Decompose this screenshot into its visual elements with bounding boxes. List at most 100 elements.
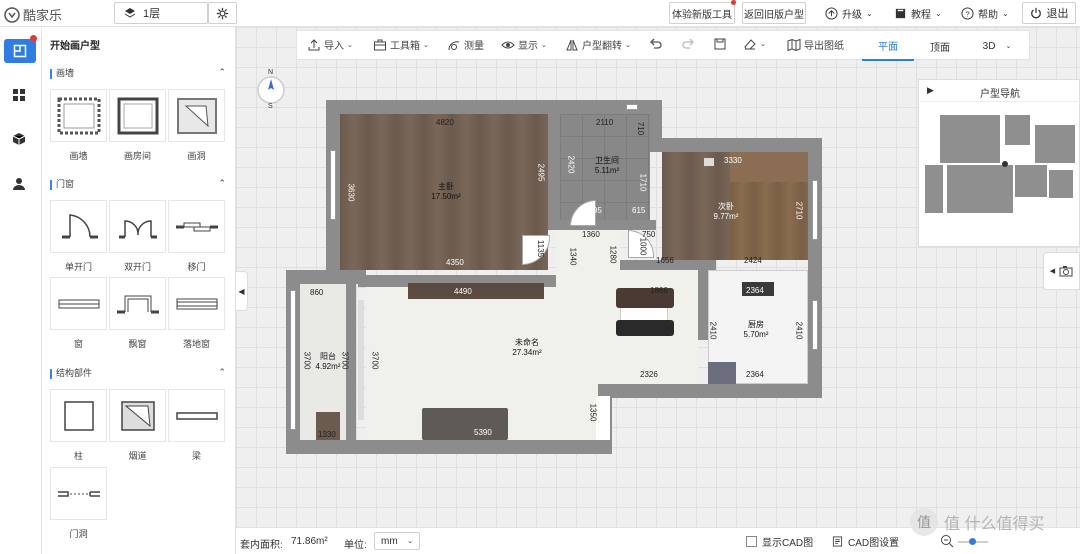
floorplan-navigator[interactable]: ▶ 户型导航 — [918, 79, 1080, 247]
tool-flue-label: 烟道 — [128, 451, 147, 461]
app-logo[interactable]: 酷家乐 — [4, 5, 62, 24]
dimension-label: 2364 — [746, 286, 764, 295]
watermark: 值 值 什么值得买 — [910, 508, 1044, 536]
tool-double-door[interactable] — [109, 200, 166, 253]
floorplan-icon — [13, 44, 27, 58]
tool-bay-window-label: 飘窗 — [128, 339, 147, 349]
tool-floor-window[interactable] — [168, 277, 225, 330]
tool-single-door[interactable] — [50, 200, 107, 253]
cad-settings-button[interactable]: CAD图设置 — [832, 534, 899, 549]
tab-plan[interactable]: 平面 — [862, 31, 914, 61]
window-master-bedroom[interactable] — [330, 150, 336, 220]
return-old-version-button[interactable]: 返回旧版户型 — [742, 2, 806, 24]
tool-draw-hole[interactable] — [168, 89, 225, 142]
tutorial-menu[interactable]: 教程 ⌄ — [894, 6, 942, 21]
wall-segment[interactable] — [648, 138, 822, 152]
upgrade-menu[interactable]: 升级 ⌄ — [825, 6, 873, 21]
wall-segment[interactable] — [548, 220, 656, 230]
door-opening-icon — [57, 490, 100, 497]
undo-button[interactable] — [649, 37, 663, 51]
toolbar-toolbox[interactable]: 工具箱 ⌄ — [373, 37, 429, 52]
window-kitchen[interactable] — [812, 300, 818, 350]
window-balcony[interactable] — [290, 290, 296, 430]
dimension-label: 1000 — [638, 237, 648, 256]
zoom-out-icon[interactable] — [940, 534, 954, 548]
section-structure-header[interactable]: 结构部件 ⌃ — [42, 366, 236, 379]
tool-column[interactable] — [50, 389, 107, 442]
section-doors-title-wrap: 门窗 — [50, 177, 74, 190]
floor-settings-button[interactable] — [208, 2, 237, 24]
try-new-tool-button[interactable]: 体验新版工具 — [669, 2, 735, 24]
fridge[interactable] — [708, 362, 736, 384]
tool-window[interactable] — [50, 277, 107, 330]
exit-button[interactable]: 退出 — [1022, 2, 1076, 24]
save-button[interactable] — [713, 37, 727, 51]
section-walls-header[interactable]: 画墙 ⌃ — [42, 66, 236, 79]
window-second-bedroom[interactable] — [812, 180, 818, 240]
tool-flue[interactable] — [109, 389, 166, 442]
toolbar-measure-label: 测量 — [464, 41, 484, 52]
dimension-label: 2420 — [566, 155, 576, 174]
toolbar-measure[interactable]: 测量 — [447, 37, 484, 52]
dimension-label: 5390 — [474, 428, 492, 437]
toolbar-import[interactable]: 导入 ⌄ — [307, 37, 353, 52]
zoom-slider-thumb[interactable] — [969, 538, 976, 545]
notification-dot — [30, 35, 37, 42]
help-label: 帮助 — [978, 10, 998, 21]
show-cad-toggle[interactable]: 显示CAD图 — [746, 534, 813, 549]
floor-plan[interactable]: 主卧 17.50m² 卫生间 5.11m² 次卧 9.77m² 未命名 27.34m² … — [286, 100, 826, 455]
toolbar-flip[interactable]: 户型翻转 ⌄ — [565, 37, 631, 52]
eraser-button[interactable]: ⌄ — [743, 37, 766, 51]
floor-selector[interactable]: 1层 — [114, 2, 208, 24]
window-bathroom[interactable] — [626, 104, 638, 110]
wall-segment[interactable] — [286, 440, 612, 454]
wall-segment[interactable] — [286, 270, 352, 284]
unit-select[interactable]: mm ⌄ — [374, 532, 420, 550]
tab-ceiling[interactable]: 顶面 — [915, 31, 965, 61]
measure-icon — [448, 40, 460, 50]
dimension-label: 3700 — [340, 351, 350, 370]
single-door-icon — [61, 213, 98, 238]
tool-beam[interactable] — [168, 389, 225, 442]
rail-catalog-button[interactable] — [12, 88, 26, 105]
rail-floorplan-button[interactable] — [4, 39, 36, 63]
help-menu[interactable]: ? 帮助 ⌄ — [961, 6, 1009, 21]
checkbox[interactable] — [746, 536, 757, 547]
dimension-label: 1280 — [608, 245, 618, 264]
chevron-down-icon: ⌄ — [625, 41, 631, 49]
navigator-minimap[interactable] — [925, 110, 1075, 220]
wall-segment[interactable] — [548, 100, 560, 225]
screenshot-button[interactable]: ◀ — [1043, 252, 1080, 290]
dimension-label: 2326 — [640, 370, 658, 379]
wall-segment[interactable] — [548, 100, 660, 114]
room-name: 未命名 — [515, 338, 539, 347]
rail-model-button[interactable] — [12, 132, 26, 149]
tool-sliding-door-label: 移门 — [187, 262, 206, 272]
tool-draw-wall[interactable] — [50, 89, 107, 142]
tool-draw-room[interactable] — [109, 89, 166, 142]
section-doors-windows-header[interactable]: 门窗 ⌃ — [42, 177, 236, 190]
balcony-sliding-door[interactable] — [358, 300, 364, 420]
redo-button[interactable] — [681, 37, 695, 51]
tool-bay-window[interactable] — [109, 277, 166, 330]
main-toolbar: 导入 ⌄ 工具箱 ⌄ 测量 显示 ⌄ 户型翻转 ⌄ ⌄ 导出图纸 平面 顶面 3… — [296, 30, 1030, 61]
wall-segment[interactable] — [698, 270, 708, 340]
entrance-door[interactable] — [596, 396, 610, 440]
tool-door-opening[interactable] — [50, 467, 107, 520]
tv-cabinet[interactable] — [408, 283, 544, 299]
rail-user-button[interactable] — [12, 177, 26, 194]
chevron-up-icon: ⌃ — [218, 178, 226, 188]
show-cad-label: 显示CAD图 — [762, 538, 814, 549]
toolbar-display[interactable]: 显示 ⌄ — [501, 37, 547, 52]
compass[interactable]: N S — [251, 69, 291, 112]
tool-sliding-door[interactable] — [168, 200, 225, 253]
wall-segment[interactable] — [598, 384, 822, 398]
toolbar-export[interactable]: 导出图纸 — [787, 37, 844, 52]
sofa[interactable] — [422, 408, 508, 440]
tab-plan-label: 平面 — [878, 41, 898, 53]
chevron-up-icon: ⌃ — [218, 367, 226, 377]
wall-segment[interactable] — [808, 138, 822, 396]
collapse-panel-button[interactable]: ◀ — [236, 271, 248, 311]
tab-3d[interactable]: 3D ⌄ — [967, 31, 1027, 61]
section-structure-title-wrap: 结构部件 — [50, 366, 92, 379]
